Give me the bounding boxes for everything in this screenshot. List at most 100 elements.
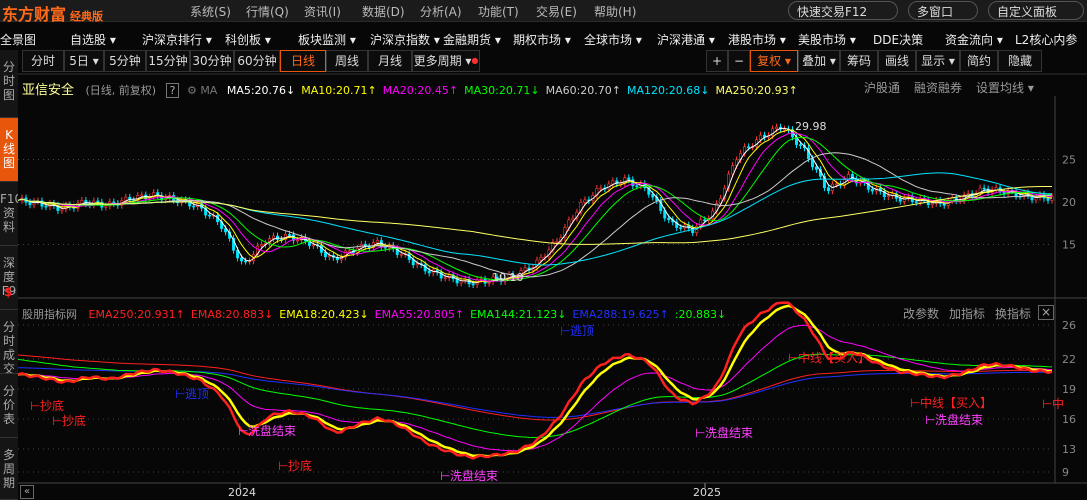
indicator-link[interactable]: 加指标 — [949, 307, 985, 321]
main-link[interactable]: 设置均线 ▾ — [976, 81, 1034, 95]
high-price-label: 29.98 — [795, 120, 827, 133]
ema-value: EMA55:20.805 — [374, 308, 455, 321]
indicator-tick: 13 — [1062, 443, 1076, 456]
ma60-line — [17, 152, 1053, 278]
ma30-line — [17, 136, 1053, 281]
kline-chart[interactable]: 252015262219161392024 202529.9810.10$⊢ 抄底⊢… — [0, 0, 1087, 500]
ema-legend-item: EMA18:20.423↓ — [279, 308, 368, 321]
trend-arrow-icon: ↓ — [359, 308, 369, 321]
candle — [60, 208, 64, 211]
candle — [272, 235, 276, 239]
ma-legend-item: MA5:20.76↓ — [227, 84, 295, 97]
candle — [775, 126, 779, 130]
candle — [898, 198, 902, 202]
ma10-line — [17, 129, 1053, 283]
trend-arrow-icon: ↓ — [700, 84, 710, 97]
indicator-legend: 股朋指标网 EMA250:20.931↑ EMA8:20.883↓ EMA18:20… — [22, 306, 732, 322]
main-links: 沪股通 融资融券 设置均线 ▾ — [864, 79, 1048, 96]
low-price-label: 10.10 — [492, 271, 524, 284]
indicator-tick: 22 — [1062, 353, 1076, 366]
candle — [140, 194, 144, 197]
signal-marker-icon: ⊢ — [560, 324, 570, 338]
signal-label: 洗盘结束 — [450, 468, 498, 483]
candle — [44, 205, 48, 208]
gear-icon[interactable]: ⚙ — [187, 84, 197, 97]
candle — [427, 270, 431, 274]
candle — [208, 214, 212, 217]
signal-label: 中线【买入】 — [920, 395, 992, 410]
signal-label: 洗盘结束 — [248, 423, 296, 438]
help-icon[interactable]: ? — [165, 83, 180, 98]
chart-mode: (日线, 前复权) — [85, 84, 157, 97]
signal-label: 中线【买入】 — [798, 350, 870, 365]
candle — [798, 144, 802, 146]
candle — [244, 260, 248, 263]
signal-marker-icon: ⊢ — [30, 399, 40, 413]
trend-arrow-icon: ↑ — [367, 84, 377, 97]
trend-arrow-icon: ↑ — [448, 84, 459, 97]
main-link[interactable]: 沪股通 — [864, 81, 900, 95]
ma-value: MA60:20.70 — [545, 84, 612, 97]
ma-legend-item: MA60:20.70↑ — [546, 84, 621, 97]
ma-value: MA10:20.71 — [301, 84, 368, 97]
candle — [555, 241, 559, 243]
candle — [571, 217, 575, 221]
candle — [982, 187, 986, 190]
ema-legend-item: EMA55:20.805↑ — [375, 308, 464, 321]
ma-value: MA250:20.93 — [715, 84, 789, 97]
x-tick-label: 2024 — [228, 486, 256, 499]
candle — [667, 217, 671, 221]
trend-arrow-icon: ↑ — [175, 308, 185, 321]
candle — [399, 253, 403, 256]
candle — [523, 267, 527, 271]
ema-value: EMA8:20.883 — [190, 308, 265, 321]
candle — [375, 240, 379, 243]
candle — [599, 187, 603, 190]
candle — [347, 250, 351, 253]
ma-legend-item: MA30:20.71↓ — [464, 84, 539, 97]
ema18-line — [17, 304, 1053, 458]
ma-legend-item: MA120:20.68↓ — [627, 84, 709, 97]
candle — [192, 205, 196, 208]
trend-arrow-icon: ↑ — [659, 308, 669, 321]
main-link[interactable]: 融资融券 — [914, 81, 962, 95]
close-indicator-icon[interactable]: × — [1038, 305, 1054, 320]
ema55-line — [17, 324, 1053, 452]
signal-marker-icon: ⊢ — [238, 424, 248, 438]
signal-label: 抄底 — [40, 398, 64, 413]
price-tick: 15 — [1062, 239, 1076, 252]
signal-label: 抄底 — [288, 458, 312, 473]
ma-label: MA — [200, 84, 218, 97]
candle — [443, 277, 447, 280]
ema250-line — [17, 354, 1053, 421]
ema8-line — [17, 301, 1053, 460]
dollar-icon: $ — [4, 285, 12, 299]
signal-marker-icon: ⊢ — [925, 413, 935, 427]
ema-value: EMA18:20.423 — [279, 308, 360, 321]
scroll-left-icon[interactable]: « — [20, 485, 34, 499]
x-tick-label: 2025 — [693, 486, 721, 499]
indicator-tick: 16 — [1062, 413, 1076, 426]
ema-legend-item: EMA144:21.123↓ — [470, 308, 566, 321]
candle — [80, 200, 84, 204]
indicator-tick: 19 — [1062, 383, 1076, 396]
ma-legend-item: MA250:20.93↑ — [715, 84, 797, 97]
trend-arrow-icon: ↓ — [717, 308, 727, 321]
ema-legend-item: EMA288:19.625↑ — [572, 308, 668, 321]
candle — [311, 244, 315, 247]
indicator-link[interactable]: 换指标 — [995, 307, 1031, 321]
indicator-tick: 9 — [1062, 466, 1069, 479]
ema-value: EMA250:20.931 — [88, 308, 176, 321]
candle — [124, 196, 128, 201]
signal-marker-icon: ⊢ — [910, 396, 920, 410]
ma-legend-item: MA20:20.45↑ — [383, 84, 458, 97]
ma-value: MA30:20.71 — [464, 84, 531, 97]
candle — [583, 199, 587, 203]
candle — [415, 263, 419, 266]
ema-value: EMA144:21.123 — [470, 308, 558, 321]
ma-value: MA5:20.76 — [226, 84, 287, 97]
candle — [1046, 197, 1050, 201]
signal-marker-icon: ⊢ — [440, 469, 450, 483]
indicator-link[interactable]: 改参数 — [903, 307, 939, 321]
ema-legend-item: EMA250:20.931↑ — [89, 308, 185, 321]
